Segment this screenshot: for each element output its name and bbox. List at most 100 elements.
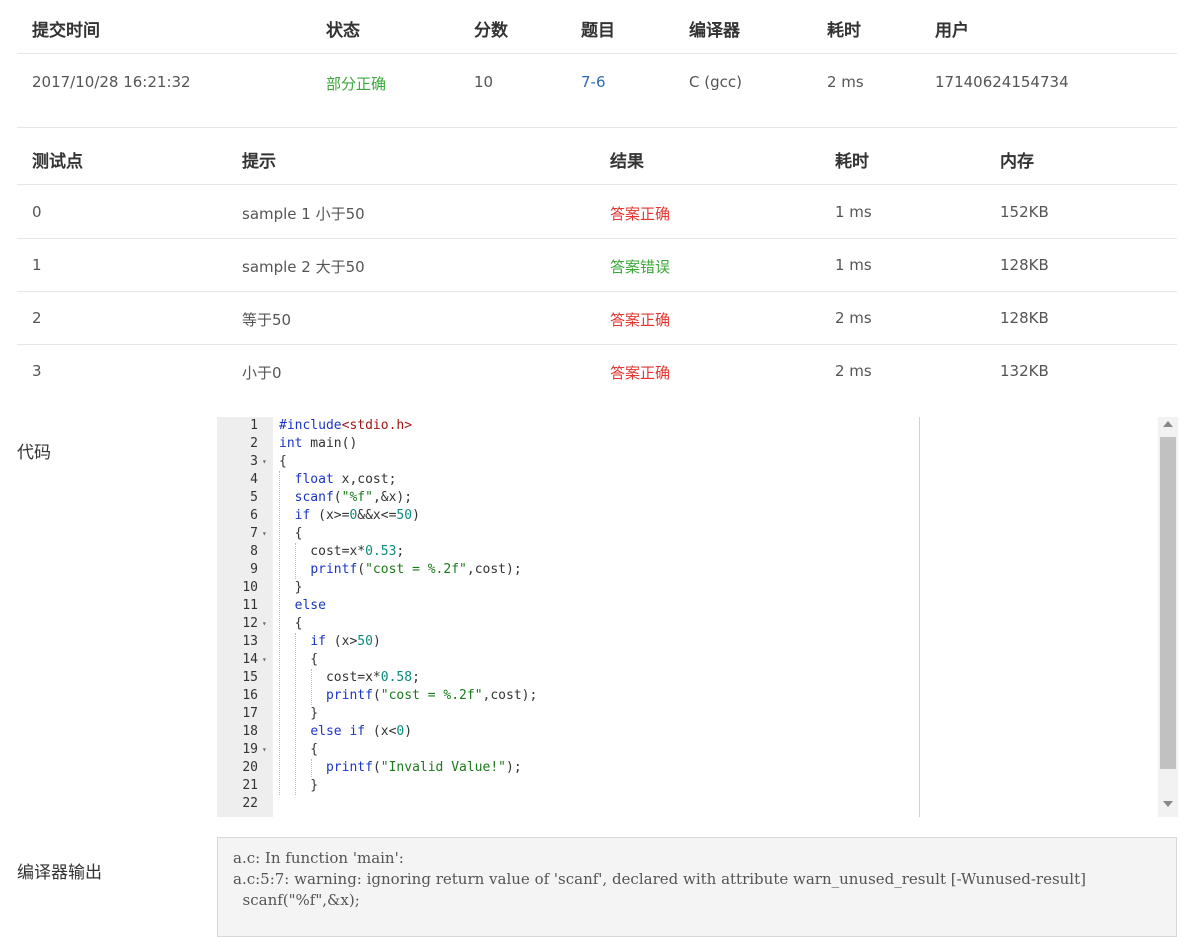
- code-line[interactable]: 5 scanf("%f",&x);: [217, 489, 1161, 507]
- table-row: 1 sample 2 大于50 答案错误 1 ms 128KB: [17, 239, 1177, 292]
- header-submit-time: 提交时间: [32, 21, 100, 41]
- table-row: 3 小于0 答案正确 2 ms 132KB: [17, 345, 1177, 397]
- scrollbar-thumb[interactable]: [1160, 437, 1176, 769]
- testcase-result: 答案正确: [610, 364, 671, 382]
- code-lines[interactable]: 1 #include<stdio.h> 2 int main() 3 ▾ {4 float …: [217, 417, 1161, 813]
- code-line[interactable]: 15 cost=x*0.58;: [217, 669, 1161, 687]
- line-number: 8: [250, 544, 258, 559]
- code-line[interactable]: 8 cost=x*0.53;: [217, 543, 1161, 561]
- line-number: 18: [242, 724, 258, 739]
- compiler-output-label: 编译器输出: [17, 863, 102, 883]
- header-memory: 内存: [1000, 152, 1034, 172]
- scroll-up-arrow-icon[interactable]: [1163, 421, 1173, 427]
- fold-toggle-icon[interactable]: ▾: [262, 525, 267, 543]
- header-testcase: 测试点: [32, 152, 83, 172]
- testcase-memory: 128KB: [1000, 256, 1049, 274]
- header-score: 分数: [474, 21, 508, 41]
- code-text: {: [279, 742, 319, 757]
- fold-toggle-icon[interactable]: ▾: [262, 741, 267, 759]
- code-text: else: [294, 598, 326, 613]
- code-line[interactable]: 10 }: [217, 579, 1161, 597]
- compiler-output-text: a.c: In function 'main': a.c:5:7: warnin…: [233, 849, 1086, 909]
- code-text: #include<stdio.h>: [279, 418, 413, 433]
- line-number: 5: [250, 490, 258, 505]
- testcase-id: 0: [32, 203, 42, 221]
- testcase-time: 2 ms: [835, 309, 872, 327]
- code-line[interactable]: 21 }: [217, 777, 1161, 795]
- testcase-hint: sample 2 大于50: [242, 258, 365, 276]
- score-value: 10: [474, 73, 494, 91]
- testcase-time: 1 ms: [835, 203, 872, 221]
- code-text: {: [279, 652, 319, 667]
- compiler-value: C (gcc): [689, 73, 742, 91]
- scroll-down-arrow-icon[interactable]: [1163, 801, 1173, 807]
- code-line[interactable]: 9 printf("cost = %.2f",cost);: [217, 561, 1161, 579]
- status-badge: 部分正确: [326, 75, 387, 93]
- code-line[interactable]: 6 if (x>=0&&x<=50): [217, 507, 1161, 525]
- line-number: 3: [250, 454, 258, 469]
- code-line[interactable]: 2 int main(): [217, 435, 1161, 453]
- indent-guide: [295, 543, 296, 579]
- header-problem: 题目: [581, 21, 615, 41]
- fold-toggle-icon[interactable]: ▾: [262, 615, 267, 633]
- code-line[interactable]: 12 ▾ {: [217, 615, 1161, 633]
- indent-guide: [311, 759, 312, 777]
- fold-toggle-icon[interactable]: ▾: [262, 453, 267, 471]
- fold-toggle-icon[interactable]: ▾: [262, 651, 267, 669]
- line-number: 1: [250, 418, 258, 433]
- problem-link[interactable]: 7-6: [581, 73, 606, 91]
- testcase-id: 1: [32, 256, 42, 274]
- code-line[interactable]: 11 else: [217, 597, 1161, 615]
- code-text: }: [279, 778, 319, 793]
- testcase-memory: 152KB: [1000, 203, 1049, 221]
- line-number: 4: [250, 472, 258, 487]
- code-line[interactable]: 16 printf("cost = %.2f",cost);: [217, 687, 1161, 705]
- code-editor[interactable]: 1 #include<stdio.h> 2 int main() 3 ▾ {4 float …: [217, 417, 1178, 817]
- indent-guide: [311, 669, 312, 705]
- testcase-time: 2 ms: [835, 362, 872, 380]
- testcase-hint: sample 1 小于50: [242, 205, 365, 223]
- line-number: 15: [242, 670, 258, 685]
- code-line[interactable]: 3 ▾ {: [217, 453, 1161, 471]
- submission-row: 2017/10/28 16:21:32 部分正确 10 7-6 C (gcc) …: [17, 54, 1177, 128]
- line-number: 16: [242, 688, 258, 703]
- code-text: printf("cost = %.2f",cost);: [310, 562, 522, 577]
- code-scrollbar[interactable]: [1158, 417, 1178, 817]
- line-number: 22: [242, 796, 258, 811]
- line-number: 17: [242, 706, 258, 721]
- line-number: 19: [242, 742, 258, 757]
- indent-guide: [295, 633, 296, 795]
- code-label: 代码: [17, 443, 51, 463]
- duration-value: 2 ms: [827, 73, 864, 91]
- code-line[interactable]: 17 }: [217, 705, 1161, 723]
- code-text: {: [279, 616, 303, 631]
- testcase-id: 2: [32, 309, 42, 327]
- testcase-result: 答案错误: [610, 258, 671, 276]
- code-line[interactable]: 19 ▾ {: [217, 741, 1161, 759]
- testcase-time: 1 ms: [835, 256, 872, 274]
- code-text: {: [279, 526, 303, 541]
- testcase-hint: 等于50: [242, 311, 292, 329]
- testcase-result: 答案正确: [610, 311, 671, 329]
- code-text: printf("Invalid Value!");: [325, 760, 522, 775]
- code-line[interactable]: 20 printf("Invalid Value!");: [217, 759, 1161, 777]
- line-number: 7: [250, 526, 258, 541]
- compiler-output-box: a.c: In function 'main': a.c:5:7: warnin…: [217, 837, 1177, 937]
- code-line[interactable]: 22: [217, 795, 1161, 813]
- code-line[interactable]: 4 float x,cost;: [217, 471, 1161, 489]
- header-result: 结果: [610, 152, 644, 172]
- line-number: 20: [242, 760, 258, 775]
- code-line[interactable]: 14 ▾ {: [217, 651, 1161, 669]
- line-number: 10: [242, 580, 258, 595]
- code-line[interactable]: 18 else if (x<0): [217, 723, 1161, 741]
- indent-guide: [279, 471, 280, 795]
- line-number: 6: [250, 508, 258, 523]
- submit-time: 2017/10/28 16:21:32: [32, 73, 191, 91]
- code-text: printf("cost = %.2f",cost);: [325, 688, 538, 703]
- code-line[interactable]: 1 #include<stdio.h>: [217, 417, 1161, 435]
- code-line[interactable]: 7 ▾ {: [217, 525, 1161, 543]
- table-row: 0 sample 1 小于50 答案正确 1 ms 152KB: [17, 185, 1177, 239]
- code-line[interactable]: 13 if (x>50): [217, 633, 1161, 651]
- code-text: scanf("%f",&x);: [294, 490, 413, 505]
- line-number: 11: [242, 598, 258, 613]
